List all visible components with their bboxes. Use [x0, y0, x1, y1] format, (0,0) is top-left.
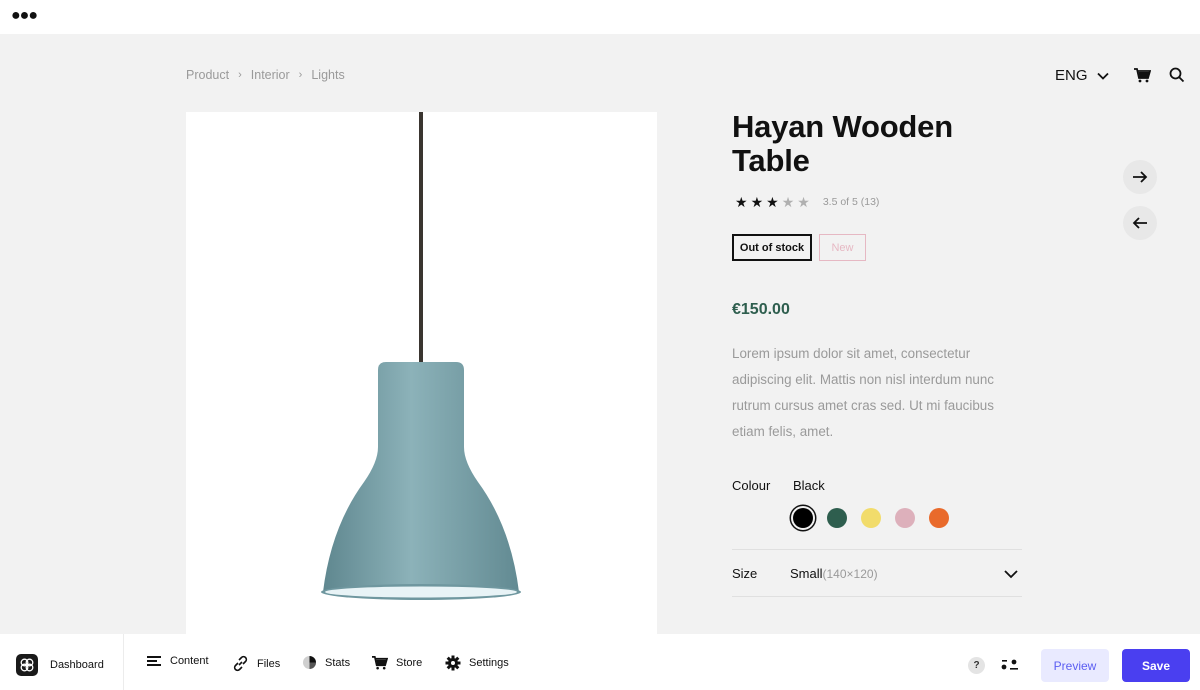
colour-selected-value: Black [793, 478, 825, 493]
stats-label: Stats [325, 656, 351, 669]
files-button[interactable]: Files [232, 655, 280, 672]
files-label: Files [257, 657, 281, 670]
size-value: Small [790, 566, 823, 581]
new-badge: New [819, 234, 866, 261]
swatch-black[interactable] [793, 508, 813, 528]
chevron-right-icon: › [298, 69, 303, 81]
product-image [186, 112, 657, 634]
chevron-down-icon [1096, 72, 1109, 80]
search-icon[interactable] [1169, 67, 1185, 88]
cart-icon[interactable] [1133, 67, 1152, 88]
preview-button[interactable]: Preview [1041, 649, 1109, 682]
settings-label: Settings [469, 657, 509, 669]
language-label: ENG [1055, 67, 1088, 84]
product-title: Hayan Wooden Table [732, 109, 953, 178]
pendant-lamp-image [321, 112, 521, 600]
size-dimensions: (140×120) [822, 567, 878, 581]
colour-swatches [793, 508, 949, 528]
out-of-stock-badge: Out of stock [732, 234, 812, 261]
rating: ★ ★ ★ ★ ★ 3.5 of 5 (13) [735, 195, 879, 209]
link-icon [233, 655, 248, 672]
settings-button[interactable]: Settings [445, 655, 509, 671]
divider [732, 596, 1022, 597]
gear-icon [445, 655, 461, 671]
dashboard-label: Dashboard [50, 659, 104, 671]
arrow-right-icon [1133, 171, 1148, 183]
swatch-pink[interactable] [895, 508, 915, 528]
language-selector[interactable]: ENG [1055, 67, 1110, 84]
arrow-left-icon [1132, 217, 1147, 229]
store-button[interactable]: Store [371, 655, 422, 670]
help-icon[interactable]: ? [968, 657, 985, 674]
size-label: Size [732, 566, 758, 581]
next-button[interactable] [1123, 160, 1157, 194]
content-label: Content [170, 655, 209, 667]
size-selector[interactable]: Small(140×120) [790, 566, 878, 581]
divider [732, 549, 1022, 550]
chevron-down-icon[interactable] [1003, 567, 1019, 585]
breadcrumb-item-interior[interactable]: Interior [251, 68, 290, 82]
stats-button[interactable]: Stats [302, 655, 350, 670]
more-horizontal-icon[interactable]: ●●● [11, 8, 38, 24]
colour-label: Colour [732, 478, 771, 493]
options-icon[interactable] [1001, 658, 1019, 677]
dashboard-button[interactable]: Dashboard [0, 634, 124, 690]
store-label: Store [396, 656, 423, 669]
cart-icon [372, 656, 388, 670]
rating-text: 3.5 of 5 (13) [822, 196, 880, 208]
pie-chart-icon [303, 656, 316, 669]
breadcrumb-item-lights[interactable]: Lights [311, 68, 344, 82]
content-button[interactable]: Content [147, 655, 209, 667]
previous-button[interactable] [1123, 206, 1157, 240]
product-page: Product › Interior › Lights ENG Hayan Wo… [0, 34, 1200, 634]
star-icon[interactable]: ★ [751, 195, 764, 209]
star-icon[interactable]: ★ [797, 195, 810, 209]
content-icon [147, 656, 161, 666]
product-price: €150.00 [732, 301, 790, 318]
swatch-yellow[interactable] [861, 508, 881, 528]
swatch-orange[interactable] [929, 508, 949, 528]
save-button[interactable]: Save [1122, 649, 1190, 682]
chevron-right-icon: › [238, 69, 242, 81]
swatch-green[interactable] [827, 508, 847, 528]
star-icon[interactable]: ★ [766, 195, 779, 209]
star-icon[interactable]: ★ [782, 195, 795, 209]
window-topbar: ●●● [0, 0, 1200, 34]
star-icon[interactable]: ★ [735, 195, 748, 209]
app-logo-icon [16, 654, 38, 676]
product-description: Lorem ipsum dolor sit amet, consectetur … [732, 346, 994, 439]
editor-toolbar: Dashboard Content Files Stats Store Sett… [0, 634, 1200, 690]
breadcrumb: Product › Interior › Lights [186, 68, 345, 82]
breadcrumb-item-product[interactable]: Product [186, 68, 229, 82]
